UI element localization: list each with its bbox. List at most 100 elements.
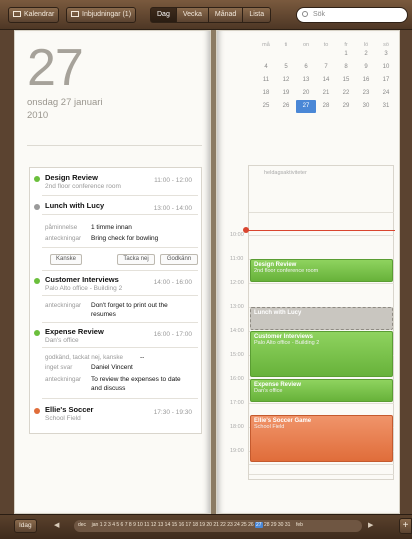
calendar-day[interactable]: 30 xyxy=(356,100,376,113)
calendar-day[interactable]: 31 xyxy=(376,100,396,113)
timeline-event-sub: 2nd floor conference room xyxy=(254,268,319,274)
event-time: 13:00 - 14:00 xyxy=(153,205,192,212)
today-button[interactable]: Idag xyxy=(14,519,37,533)
calendar-day xyxy=(276,48,296,61)
calendar-week-row: 25 26 27 28 29 30 31 xyxy=(256,100,396,113)
accepted-label: godkänd, tackat nej, kanske xyxy=(45,354,124,361)
date-text: onsdag 27 januari xyxy=(27,97,103,108)
event-color-dot xyxy=(34,330,40,336)
timeline-event-sub: Palo Alto office - Building 2 xyxy=(254,340,320,346)
calendar-day[interactable]: 26 xyxy=(276,100,296,113)
search-input[interactable]: Sök xyxy=(296,7,408,23)
calendar-day[interactable]: 15 xyxy=(336,74,356,87)
day-numbers-after[interactable]: 28 29 30 31 xyxy=(264,522,290,528)
no-reply-label: inget svar xyxy=(45,364,73,371)
calendar-day[interactable]: 24 xyxy=(376,87,396,100)
invitations-button[interactable]: Inbjudningar (1) xyxy=(66,7,137,23)
calendar-day[interactable]: 5 xyxy=(276,61,296,74)
calendar-day[interactable]: 29 xyxy=(336,100,356,113)
calendar-day[interactable]: 22 xyxy=(336,87,356,100)
calendar-day[interactable]: 28 xyxy=(316,100,336,113)
calendar-day[interactable]: 3 xyxy=(376,48,396,61)
notes-value-line1: To review the expenses to date xyxy=(91,376,181,383)
current-time-marker xyxy=(243,227,249,233)
event-title: Design Review xyxy=(45,173,98,182)
event-time: 11:00 - 12:00 xyxy=(154,177,192,184)
calendar-day[interactable]: 9 xyxy=(356,61,376,74)
tab-month[interactable]: Månad xyxy=(208,7,244,23)
divider xyxy=(42,195,198,196)
event-time: 16:00 - 17:00 xyxy=(153,331,192,338)
calendars-button[interactable]: Kalendrar xyxy=(8,7,60,23)
divider xyxy=(42,270,198,271)
event-color-dot xyxy=(34,278,40,284)
accepted-value: -- xyxy=(140,354,145,361)
hour-label: 15:00 xyxy=(230,352,244,358)
prev-month-label[interactable]: dec xyxy=(78,522,86,528)
add-event-button[interactable]: + xyxy=(399,518,412,534)
timeline-event-sub: Dan's office xyxy=(254,388,283,394)
timeline-event-ellies-soccer[interactable]: Ellie's Soccer Game School Field xyxy=(250,415,393,462)
prev-arrow-icon[interactable]: ◀ xyxy=(54,521,59,529)
event-color-dot xyxy=(34,408,40,414)
timeline-event-customer-interviews[interactable]: Customer Interviews Palo Alto office - B… xyxy=(250,331,393,377)
calendar-week-row: 11 12 13 14 15 16 17 xyxy=(256,74,396,87)
calendar-day[interactable]: 14 xyxy=(316,74,336,87)
calendar-day[interactable]: 8 xyxy=(336,61,356,74)
next-arrow-icon[interactable]: ▶ xyxy=(368,521,373,529)
calendar-day[interactable]: 23 xyxy=(356,87,376,100)
tab-week[interactable]: Vecka xyxy=(176,7,209,23)
calendar-day[interactable]: 10 xyxy=(376,61,396,74)
calendar-day[interactable]: 6 xyxy=(296,61,316,74)
month-label[interactable]: jan xyxy=(92,522,99,528)
calendars-label: Kalendrar xyxy=(24,11,55,18)
divider xyxy=(42,214,198,215)
calendar-day[interactable]: 16 xyxy=(356,74,376,87)
calendar-day[interactable]: 7 xyxy=(316,61,336,74)
calendar-day[interactable]: 27 xyxy=(296,100,316,113)
calendar-day[interactable]: 4 xyxy=(256,61,276,74)
hour-line xyxy=(249,235,394,236)
timeline-event-design-review[interactable]: Design Review 2nd floor conference room xyxy=(250,259,393,282)
calendar-day[interactable]: 21 xyxy=(316,87,336,100)
day-number: 27 xyxy=(27,39,84,97)
calendar-day[interactable]: 17 xyxy=(376,74,396,87)
all-day-label: heldagsaktiviteter xyxy=(264,170,307,176)
event-location: Palo Alto office - Building 2 xyxy=(45,285,123,292)
hour-line xyxy=(249,403,394,404)
next-month-label[interactable]: feb xyxy=(296,522,303,528)
event-list: Design Review 2nd floor conference room … xyxy=(29,167,202,434)
calendar-day[interactable]: 25 xyxy=(256,100,276,113)
day-numbers[interactable]: 1 2 3 4 5 6 7 8 9 10 11 12 13 14 15 16 1… xyxy=(100,522,254,528)
notes-value-line2: and discuss xyxy=(91,385,126,392)
hour-line xyxy=(249,212,394,213)
timeline-event-expense-review[interactable]: Expense Review Dan's office xyxy=(250,379,393,402)
timeline-event-lunch-with-lucy[interactable]: Lunch with Lucy xyxy=(250,307,393,330)
accept-button[interactable]: Godkänn xyxy=(160,254,198,265)
calendar-day[interactable]: 11 xyxy=(256,74,276,87)
calendar-day[interactable]: 13 xyxy=(296,74,316,87)
divider xyxy=(42,347,198,348)
event-location: 2nd floor conference room xyxy=(45,183,121,190)
divider xyxy=(42,398,198,399)
maybe-button[interactable]: Kanske xyxy=(50,254,82,265)
no-reply-value: Daniel Vincent xyxy=(91,364,133,371)
decline-button[interactable]: Tacka nej xyxy=(117,254,155,265)
tab-day[interactable]: Dag xyxy=(150,7,177,23)
hour-line xyxy=(249,474,394,475)
reminder-value: 1 timme innan xyxy=(91,224,132,231)
calendar-day[interactable]: 12 xyxy=(276,74,296,87)
notes-value: Bring check for bowling xyxy=(91,235,159,242)
tab-list[interactable]: Lista xyxy=(243,7,272,23)
calendar-day[interactable]: 1 xyxy=(336,48,356,61)
calendar-day[interactable]: 19 xyxy=(276,87,296,100)
calendar-day[interactable]: 2 xyxy=(356,48,376,61)
divider xyxy=(42,322,198,323)
mini-calendar: må ti on to fr lö sö 1 2 3 4 5 6 7 8 9 10 11 12 13 14… xyxy=(256,42,396,113)
hour-label: 13:00 xyxy=(230,304,244,310)
current-time-line xyxy=(246,230,395,231)
hour-label: 14:00 xyxy=(230,328,244,334)
calendar-day[interactable]: 18 xyxy=(256,87,276,100)
calendar-day[interactable]: 20 xyxy=(296,87,316,100)
current-day-marker[interactable]: 27 xyxy=(255,522,263,528)
